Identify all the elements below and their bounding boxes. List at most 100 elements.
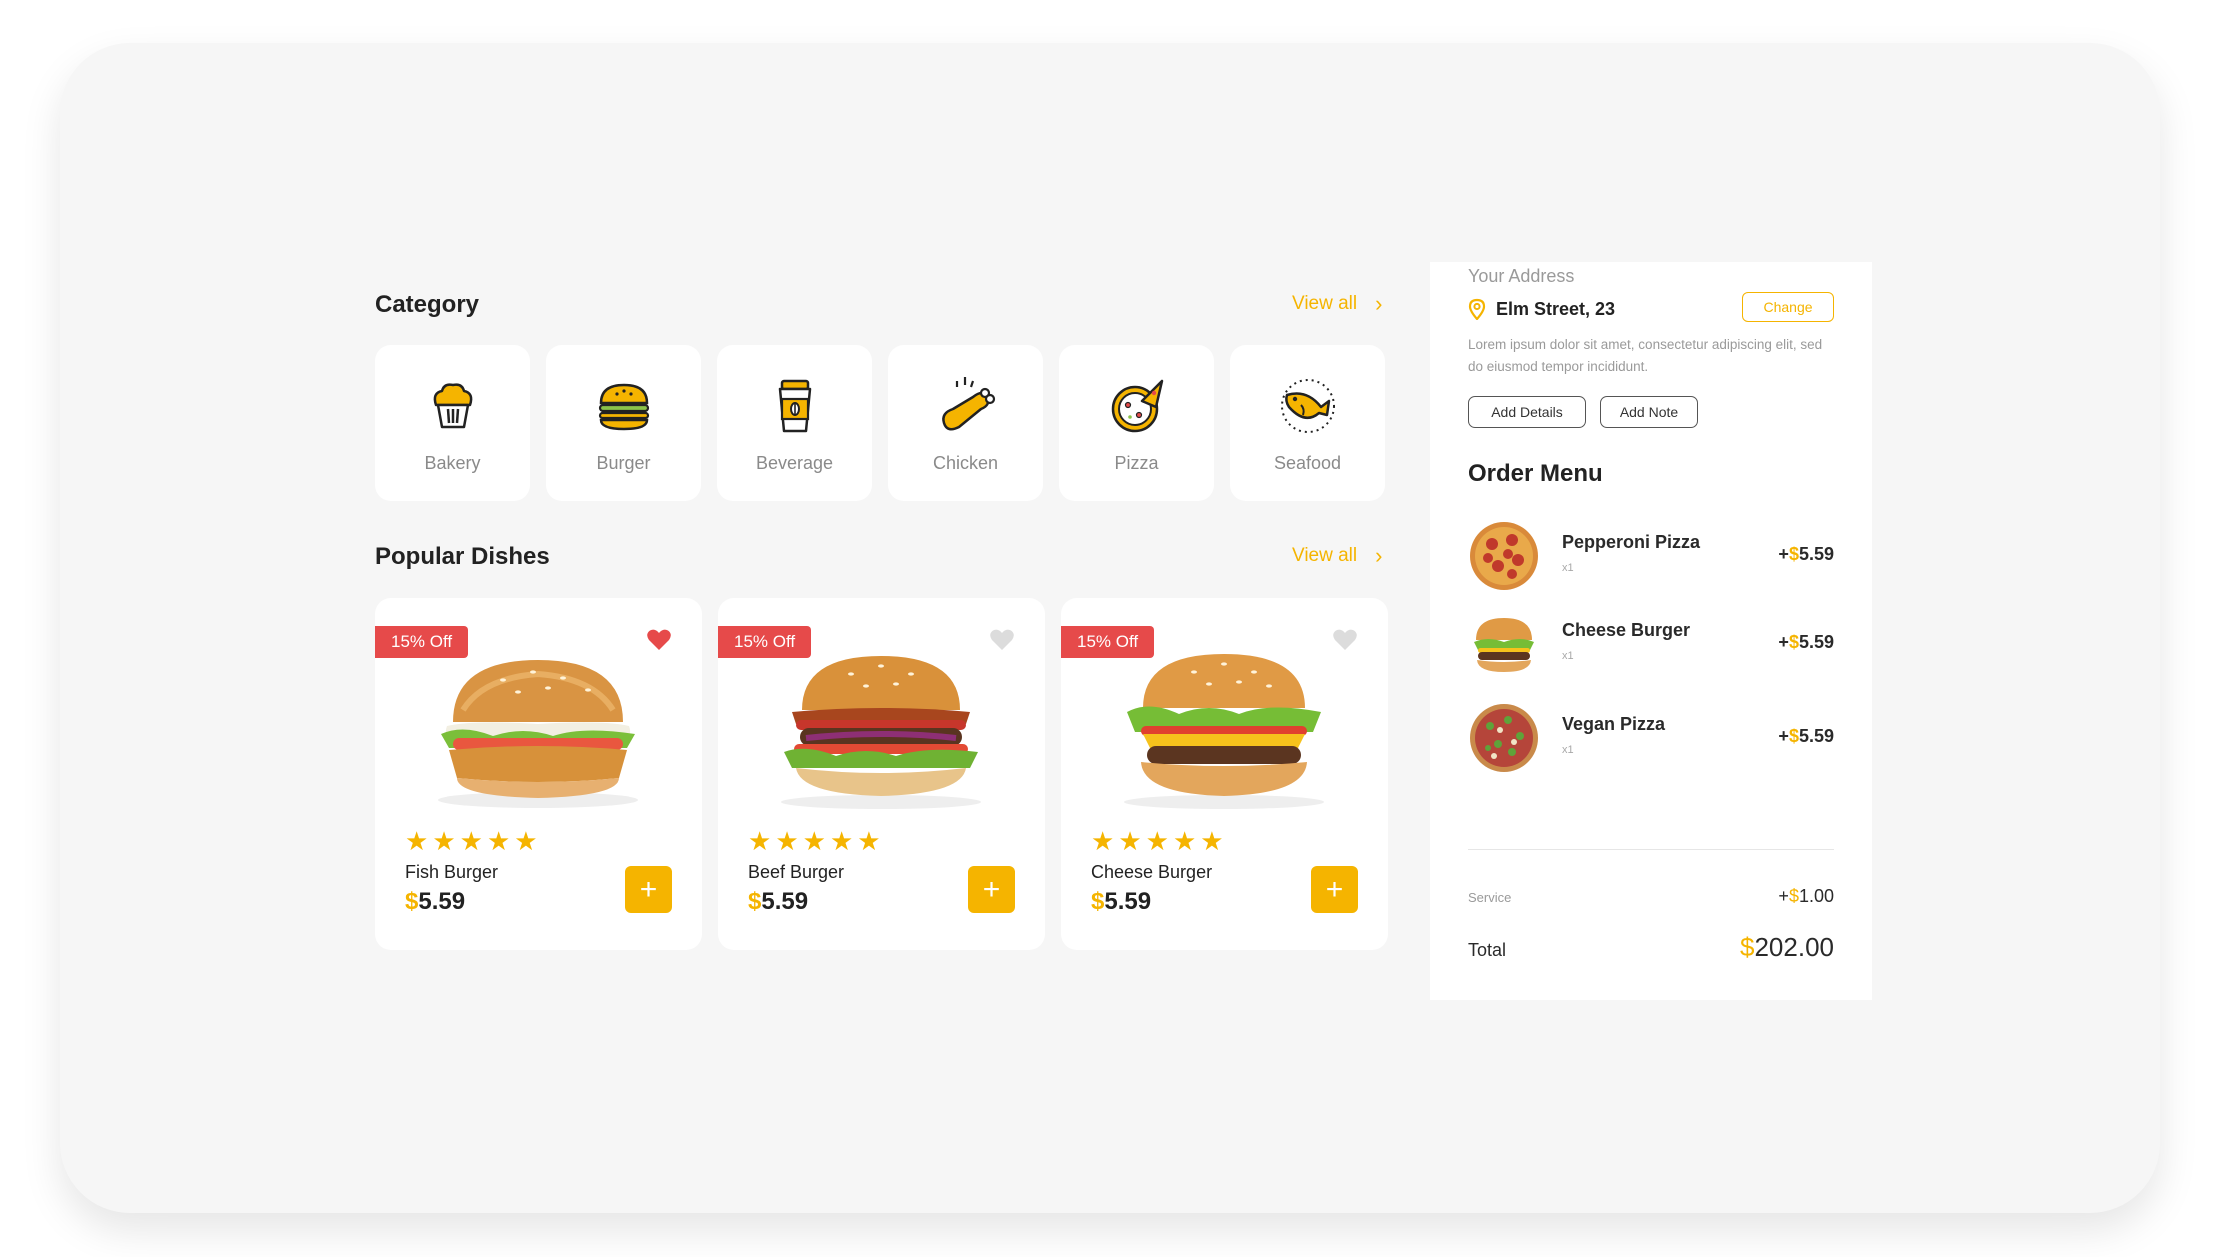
order-item-vegan-pizza: Vegan Pizza x1 +$5.59 — [1468, 702, 1834, 778]
address-description: Lorem ipsum dolor sit amet, consectetur … — [1468, 337, 1823, 374]
add-to-cart-button[interactable]: + — [625, 866, 672, 913]
price-prefix: + — [1778, 632, 1789, 652]
star-icon: ★ — [405, 826, 429, 856]
order-item-pepperoni-pizza: Pepperoni Pizza x1 +$5.59 — [1468, 520, 1834, 596]
category-beverage[interactable]: Beverage — [717, 345, 872, 501]
address-label: Your Address — [1468, 266, 1575, 286]
order-panel: Your Address Elm Street, 23 Change Lorem… — [1430, 262, 1872, 1000]
service-label: Service — [1468, 890, 1512, 905]
price-prefix: + — [1778, 726, 1789, 746]
category-label: Seafood — [1273, 453, 1342, 473]
chevron-right-icon: › — [1375, 543, 1383, 568]
order-item-price: +$5.59 — [1778, 726, 1834, 747]
dish-name: Cheese Burger — [1091, 862, 1213, 882]
dish-card-beef-burger[interactable]: 15% Off ★ ★ ★ ★ ★ Beef Burger $5.59 + — [718, 598, 1045, 950]
category-pizza[interactable]: Pizza — [1059, 345, 1214, 501]
currency-symbol: $ — [1740, 932, 1755, 962]
dish-card-cheese-burger[interactable]: 15% Off ★ ★ ★ ★ ★ Cheese Burger $5.59 + — [1061, 598, 1388, 950]
pizza-icon — [1111, 379, 1163, 433]
coffee-cup-icon — [778, 379, 811, 433]
star-icon: ★ — [432, 826, 456, 856]
star-icon: ★ — [1200, 826, 1224, 856]
total-label: Total — [1468, 940, 1507, 960]
popular-dishes-list: 15% Off ★ ★ ★ ★ ★ Fish Burger $5.59 + 15% Of… — [375, 598, 1388, 950]
total-value: $202.00 — [1740, 932, 1834, 963]
currency-symbol: $ — [1788, 886, 1799, 906]
service-value: +$1.00 — [1778, 886, 1834, 907]
cheese-burger-image — [1124, 654, 1324, 809]
dish-card-fish-burger[interactable]: 15% Off ★ ★ ★ ★ ★ Fish Burger $5.59 + — [375, 598, 702, 950]
dish-name: Fish Burger — [405, 862, 499, 882]
star-icon: ★ — [1118, 826, 1142, 856]
category-view-all-link[interactable]: View all › — [1292, 293, 1382, 315]
add-details-button[interactable]: Add Details — [1468, 396, 1586, 428]
order-item-qty: x1 — [1562, 650, 1574, 662]
category-bakery[interactable]: Bakery — [375, 345, 530, 501]
view-all-label: View all — [1292, 545, 1358, 566]
price-prefix: + — [1778, 544, 1789, 564]
order-item-price: +$5.59 — [1778, 632, 1834, 653]
chevron-right-icon: › — [1375, 291, 1383, 316]
category-title: Category — [375, 291, 480, 318]
dish-name: Beef Burger — [748, 862, 845, 882]
heart-icon[interactable] — [1332, 628, 1358, 652]
price-value: 5.59 — [1798, 632, 1834, 652]
price-value: 202.00 — [1754, 932, 1834, 962]
star-icon: ★ — [1145, 826, 1169, 856]
order-item-cheese-burger: Cheese Burger x1 +$5.59 — [1468, 608, 1834, 684]
category-seafood[interactable]: Seafood — [1230, 345, 1385, 501]
star-icon: ★ — [514, 826, 538, 856]
heart-icon[interactable] — [989, 628, 1015, 652]
order-menu-title: Order Menu — [1468, 460, 1603, 487]
currency-symbol: $ — [748, 888, 762, 915]
popular-view-all-link[interactable]: View all › — [1292, 545, 1382, 567]
category-label: Burger — [596, 453, 651, 473]
price-prefix: + — [1778, 886, 1789, 906]
address-street: Elm Street, 23 — [1496, 298, 1616, 319]
star-icon: ★ — [829, 826, 854, 856]
star-icon: ★ — [857, 826, 881, 856]
star-icon: ★ — [1172, 826, 1197, 856]
address-row: Elm Street, 23 — [1468, 298, 1615, 320]
currency-symbol: $ — [1788, 632, 1799, 652]
price-value: 5.59 — [1104, 888, 1152, 915]
add-to-cart-button[interactable]: + — [1311, 866, 1358, 913]
rating-stars: ★ ★ ★ ★ ★ — [748, 826, 881, 857]
price-value: 5.59 — [1798, 726, 1834, 746]
category-burger[interactable]: Burger — [546, 345, 701, 501]
summary-divider — [1468, 849, 1834, 850]
order-item-name: Pepperoni Pizza — [1562, 532, 1701, 552]
star-icon: ★ — [748, 826, 772, 856]
category-chicken[interactable]: Chicken — [888, 345, 1043, 501]
price-value: 1.00 — [1798, 886, 1834, 906]
cheese-burger-thumb-image — [1474, 618, 1534, 672]
currency-symbol: $ — [1091, 888, 1105, 915]
dish-price: $5.59 — [405, 888, 465, 916]
beef-burger-image — [781, 656, 981, 809]
popular-dishes-title: Popular Dishes — [375, 543, 550, 570]
order-item-price: +$5.59 — [1778, 544, 1834, 565]
heart-icon[interactable] — [646, 628, 672, 652]
category-label: Pizza — [1114, 453, 1159, 473]
order-item-name: Cheese Burger — [1562, 620, 1691, 640]
category-label: Chicken — [932, 453, 999, 473]
price-value: 5.59 — [418, 888, 466, 915]
add-note-button[interactable]: Add Note — [1600, 396, 1698, 428]
change-address-button[interactable]: Change — [1742, 292, 1834, 322]
vegan-pizza-image — [1470, 704, 1538, 772]
add-to-cart-button[interactable]: + — [968, 866, 1015, 913]
star-icon: ★ — [1091, 826, 1115, 856]
fish-icon — [1280, 379, 1335, 433]
order-item-qty: x1 — [1562, 744, 1574, 756]
rating-stars: ★ ★ ★ ★ ★ — [1091, 826, 1224, 857]
currency-symbol: $ — [405, 888, 419, 915]
category-label: Bakery — [424, 453, 481, 473]
address-actions: Add Details Add Note — [1468, 396, 1698, 428]
chicken-leg-icon — [941, 377, 995, 431]
burger-icon — [598, 383, 649, 431]
star-icon: ★ — [459, 826, 483, 856]
order-item-name: Vegan Pizza — [1562, 714, 1666, 734]
star-icon: ★ — [486, 826, 511, 856]
star-icon: ★ — [802, 826, 826, 856]
currency-symbol: $ — [1788, 726, 1799, 746]
